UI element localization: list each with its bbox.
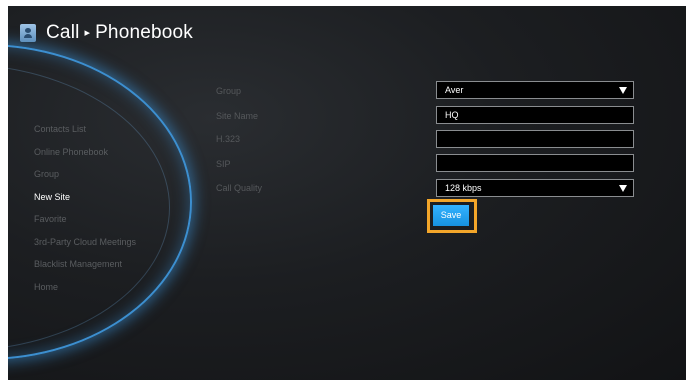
h323-input[interactable] [436, 130, 634, 148]
sidebar-item-new-site[interactable]: New Site [34, 192, 136, 215]
sidebar-item-contacts-list[interactable]: Contacts List [34, 124, 136, 147]
sidebar-item-favorite[interactable]: Favorite [34, 214, 136, 237]
sidebar-item-group[interactable]: Group [34, 169, 136, 192]
call-quality-label: Call Quality [216, 183, 263, 193]
site-name-label: Site Name [216, 111, 259, 121]
sidebar-item-3rd-party-cloud-meetings[interactable]: 3rd-Party Cloud Meetings [34, 237, 136, 260]
sidebar-item-home[interactable]: Home [34, 282, 136, 305]
sidebar-item-blacklist-management[interactable]: Blacklist Management [34, 259, 136, 282]
call-quality-select[interactable]: 128 kbps [436, 179, 634, 197]
sidebar-menu: Contacts List Online Phonebook Group New… [34, 124, 136, 304]
dropdown-arrow-icon [619, 185, 627, 192]
page-subtitle: Phonebook [95, 22, 194, 43]
dropdown-arrow-icon [619, 87, 627, 94]
sip-input[interactable] [436, 154, 634, 172]
group-label: Group [216, 86, 242, 96]
site-name-input[interactable]: HQ [436, 106, 634, 124]
app-screen: Call ▸ Phonebook Contacts List Online Ph… [8, 6, 686, 380]
sip-label: SIP [216, 159, 231, 169]
sidebar-item-online-phonebook[interactable]: Online Phonebook [34, 147, 136, 170]
call-quality-select-value: 128 kbps [445, 183, 482, 193]
group-select[interactable]: Aver [436, 81, 634, 99]
h323-label: H.323 [216, 134, 241, 144]
page-header: Call ▸ Phonebook [20, 20, 193, 46]
breadcrumb-arrow-icon: ▸ [84, 26, 91, 39]
phonebook-icon [20, 24, 36, 42]
save-button[interactable]: Save [433, 205, 469, 226]
page-title: Call [46, 22, 80, 43]
group-select-value: Aver [445, 85, 464, 95]
